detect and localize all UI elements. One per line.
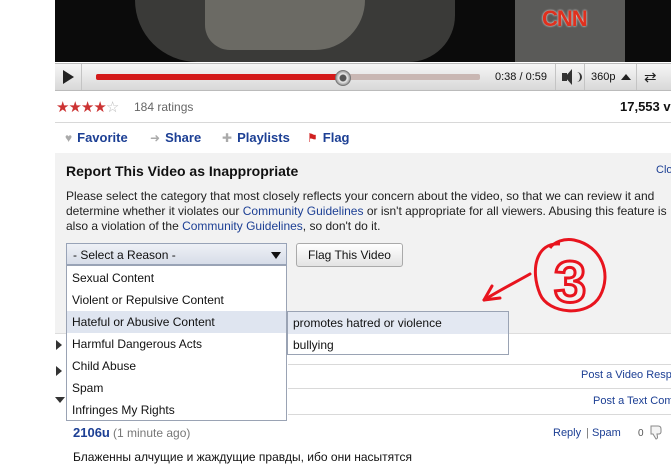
close-link[interactable]: Clo (656, 164, 671, 176)
playlists-tab[interactable]: ✚ Playlists (222, 130, 290, 145)
reply-link[interactable]: Reply (553, 427, 581, 439)
report-title: Report This Video as Inappropriate (66, 163, 299, 179)
video-scene-shape (205, 0, 365, 50)
star-icon[interactable]: ★ (68, 99, 81, 116)
quality-label: 360p (591, 71, 616, 83)
comment-timestamp: (1 minute ago) (113, 426, 191, 440)
thumbs-down-icon[interactable] (648, 424, 664, 440)
expand-triangle-icon[interactable] (56, 366, 62, 376)
play-button[interactable] (55, 64, 82, 90)
reason-option[interactable]: Harmful Dangerous Acts (67, 333, 286, 355)
view-count: 17,553 vi (620, 99, 671, 114)
comment-text: Блаженны алчущие и жаждущие правды, ибо … (73, 450, 413, 464)
comment-username[interactable]: 2106u (73, 425, 110, 440)
play-icon (63, 70, 74, 84)
flag-video-button[interactable]: Flag This Video (296, 243, 403, 267)
video-frame[interactable]: CNN (55, 0, 671, 62)
progress-bar[interactable] (96, 70, 480, 86)
community-guidelines-link[interactable]: Community Guidelines (182, 219, 303, 233)
plus-icon: ✚ (222, 131, 233, 145)
heart-icon: ♥ (65, 131, 73, 145)
rating-count: 184 ratings (134, 100, 194, 114)
time-readout: 0:38 / 0:59 (495, 71, 547, 83)
divider (288, 388, 671, 389)
volume-button[interactable] (555, 64, 584, 90)
flag-tab[interactable]: ⚑ Flag (307, 130, 350, 145)
favorite-label: Favorite (77, 130, 128, 145)
star-half-icon[interactable]: ★ (93, 99, 106, 116)
caret-up-icon (621, 74, 631, 80)
reason-option[interactable]: Infringes My Rights (67, 399, 286, 421)
subreason-dropdown: promotes hatred or violence bullying (287, 311, 509, 355)
reason-option[interactable]: Violent or Repulsive Content (67, 289, 286, 311)
expand-button[interactable]: ⇄ (636, 64, 667, 90)
expand-triangle-icon[interactable] (56, 340, 62, 350)
share-tab[interactable]: ➜ Share (150, 130, 201, 145)
star-empty-icon[interactable]: ☆ (106, 99, 119, 116)
star-icon[interactable]: ★ (56, 99, 69, 116)
arrow-right-icon: ➜ (150, 131, 161, 145)
sound-wave-icon (574, 72, 582, 82)
comment-score: 0 (638, 428, 644, 439)
post-text-comment-link[interactable]: Post a Text Com (593, 395, 671, 407)
share-label: Share (165, 130, 202, 145)
divider (288, 364, 671, 365)
reason-option[interactable]: Spam (67, 377, 286, 399)
cnn-watermark: CNN (542, 6, 588, 31)
speaker-cone-icon (565, 69, 572, 85)
quality-button[interactable]: 360p (584, 64, 637, 90)
rating-stars[interactable]: ★★★★☆ (56, 98, 119, 116)
player-control-bar: 0:38 / 0:59 360p ⇄ (55, 63, 671, 91)
progress-scrubber[interactable] (334, 70, 351, 86)
subreason-option[interactable]: promotes hatred or violence (288, 312, 508, 334)
divider (288, 414, 671, 415)
annotation-drawing: 3 (482, 238, 607, 316)
reason-select[interactable]: - Select a Reason - (66, 243, 287, 265)
flag-icon: ⚑ (307, 131, 318, 145)
spam-link[interactable]: Spam (592, 427, 621, 439)
post-video-response-link[interactable]: Post a Video Resp (581, 369, 671, 381)
report-desc-text: , so don't do it. (302, 219, 381, 233)
flag-label: Flag (322, 130, 350, 145)
reason-dropdown: Sexual Content Violent or Repulsive Cont… (66, 265, 287, 421)
expand-icon: ⇄ (644, 69, 657, 86)
annotation-number: 3 (554, 250, 586, 315)
playlists-label: Playlists (237, 130, 290, 145)
chevron-down-icon (271, 252, 281, 259)
reason-option-highlighted[interactable]: Hateful or Abusive Content (67, 311, 286, 333)
reason-option[interactable]: Child Abuse (67, 355, 286, 377)
report-description: Please select the category that most clo… (66, 189, 671, 234)
favorite-tab[interactable]: ♥ Favorite (65, 130, 128, 145)
subreason-option[interactable]: bullying (288, 334, 508, 356)
progress-fill (96, 74, 342, 80)
reason-select-value: - Select a Reason - (73, 248, 176, 262)
reason-option[interactable]: Sexual Content (67, 267, 286, 289)
link-separator: | (586, 427, 589, 439)
collapse-triangle-icon[interactable] (55, 397, 65, 403)
action-bar: ♥ Favorite ➜ Share ✚ Playlists ⚑ Flag (55, 122, 671, 155)
star-icon[interactable]: ★ (81, 99, 94, 116)
community-guidelines-link[interactable]: Community Guidelines (243, 204, 364, 218)
